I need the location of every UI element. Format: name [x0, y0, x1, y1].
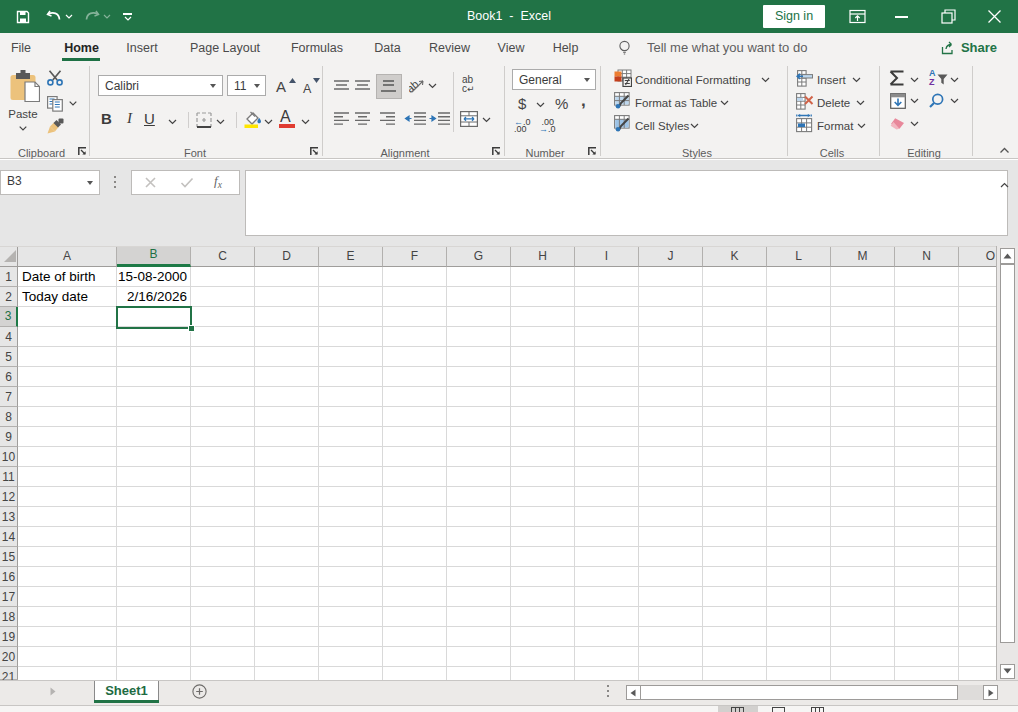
- svg-text:ab: ab: [409, 78, 421, 95]
